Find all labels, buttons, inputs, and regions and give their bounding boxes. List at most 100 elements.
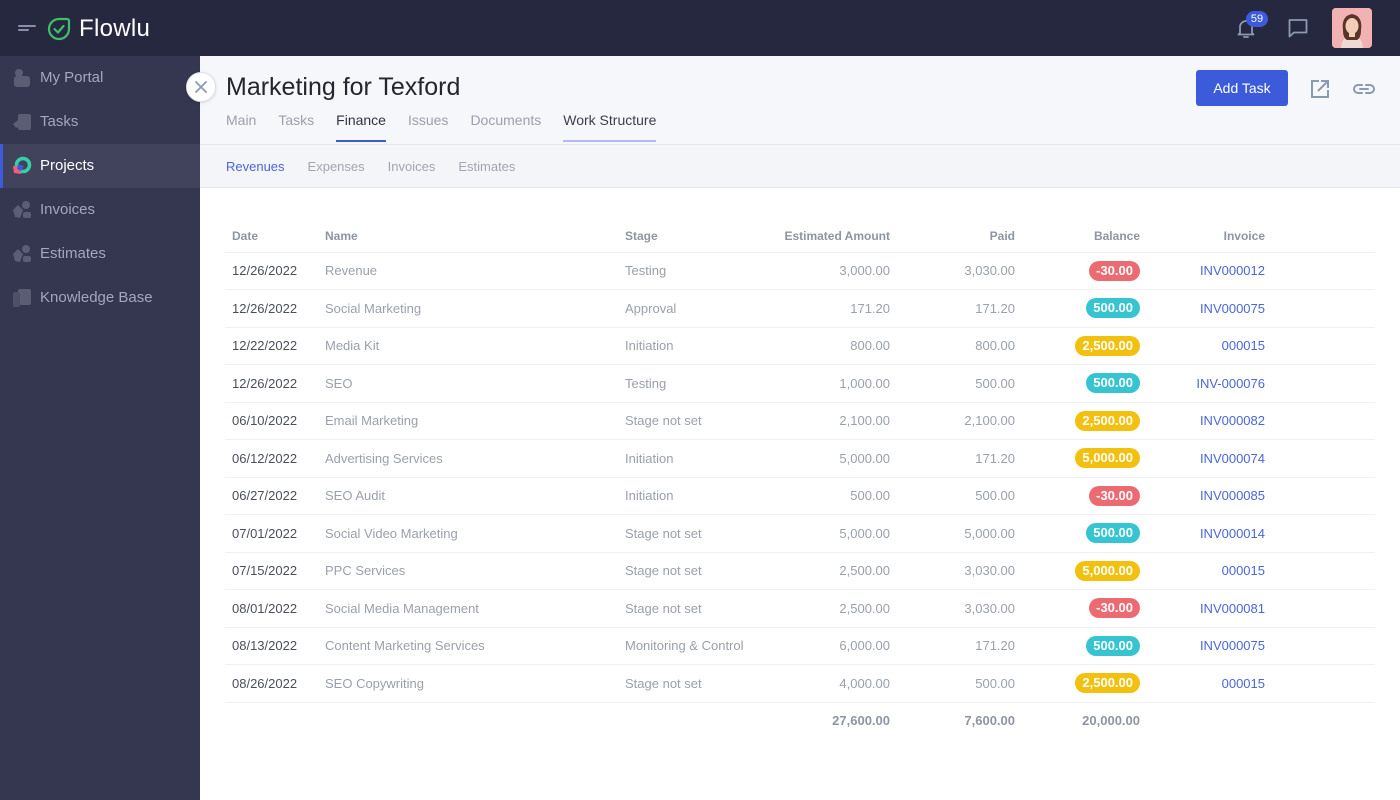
- row-estimated-amount: 5,000.00: [775, 439, 890, 478]
- sidebar-item-estimates[interactable]: Estimates: [0, 232, 200, 276]
- tab-documents[interactable]: Documents: [470, 112, 541, 142]
- invoices-icon: [13, 201, 31, 218]
- row-name[interactable]: Content Marketing Services: [325, 627, 625, 665]
- tab-work-structure[interactable]: Work Structure: [563, 112, 657, 142]
- table-row[interactable]: 08/13/2022 Content Marketing Services Moni…: [225, 627, 1375, 665]
- add-task-button[interactable]: Add Task: [1196, 70, 1288, 106]
- table-row[interactable]: 12/22/2022 Media Kit Initiation 800.00 800.0…: [225, 327, 1375, 365]
- sidebar-item-my-portal[interactable]: My Portal: [0, 56, 200, 100]
- sidebar-item-label: Projects: [40, 157, 95, 174]
- balance-badge: 500.00: [1086, 523, 1140, 544]
- invoice-link[interactable]: 000015: [1222, 338, 1265, 353]
- row-date: 12/26/2022: [225, 252, 325, 290]
- column-header-stage[interactable]: Stage: [625, 220, 775, 253]
- row-stage: Stage not set: [625, 664, 775, 703]
- invoice-link[interactable]: INV000075: [1200, 301, 1265, 316]
- invoice-link[interactable]: 000015: [1222, 563, 1265, 578]
- total-estimated: 27,600.00: [832, 712, 890, 728]
- balance-badge: -30.00: [1089, 485, 1140, 506]
- row-name[interactable]: Revenue: [325, 252, 625, 290]
- invoice-link[interactable]: INV000012: [1200, 263, 1265, 278]
- total-balance: 20,000.00: [1082, 712, 1140, 728]
- estimates-icon: [13, 245, 31, 262]
- invoice-link[interactable]: INV-000076: [1196, 376, 1265, 391]
- close-panel-button[interactable]: [186, 72, 216, 102]
- sidebar-item-knowledge-base[interactable]: Knowledge Base: [0, 276, 200, 320]
- subtab-estimates[interactable]: Estimates: [458, 159, 515, 174]
- tab-main[interactable]: Main: [226, 112, 256, 142]
- table-row[interactable]: 12/26/2022 SEO Testing 1,000.00 500.00 500.00…: [225, 364, 1375, 403]
- column-header-estimated-amount[interactable]: Estimated Amount: [775, 220, 890, 253]
- tab-tasks[interactable]: Tasks: [278, 112, 314, 142]
- row-estimated-amount: 2,100.00: [775, 402, 890, 440]
- row-name[interactable]: PPC Services: [325, 552, 625, 590]
- sidebar-item-invoices[interactable]: Invoices: [0, 188, 200, 232]
- row-name[interactable]: Social Marketing: [325, 289, 625, 328]
- invoice-link[interactable]: INV000074: [1200, 451, 1265, 466]
- table-row[interactable]: 06/27/2022 SEO Audit Initiation 500.00 500.0…: [225, 477, 1375, 515]
- row-estimated-amount: 4,000.00: [775, 664, 890, 703]
- invoice-link[interactable]: INV000075: [1200, 638, 1265, 653]
- projects-icon: [13, 156, 32, 174]
- row-estimated-amount: 6,000.00: [775, 627, 890, 665]
- row-paid: 500.00: [890, 364, 1015, 403]
- invoice-link[interactable]: INV000014: [1200, 526, 1265, 541]
- sidebar: My Portal Tasks Projects Invoices Estima…: [0, 56, 200, 800]
- row-stage: Initiation: [625, 439, 775, 478]
- row-date: 08/26/2022: [225, 664, 325, 703]
- subtab-revenues[interactable]: Revenues: [226, 159, 285, 174]
- row-stage: Testing: [625, 252, 775, 290]
- sidebar-item-tasks[interactable]: Tasks: [0, 100, 200, 144]
- column-header-invoice[interactable]: Invoice: [1140, 220, 1265, 253]
- row-stage: Monitoring & Control: [625, 627, 775, 665]
- subtab-expenses[interactable]: Expenses: [308, 159, 365, 174]
- balance-badge: 2,500.00: [1075, 673, 1140, 694]
- row-name[interactable]: Email Marketing: [325, 402, 625, 440]
- chat-icon[interactable]: [1286, 16, 1310, 40]
- tab-finance[interactable]: Finance: [336, 112, 386, 142]
- menu-toggle-icon[interactable]: [18, 22, 38, 34]
- row-name[interactable]: Media Kit: [325, 327, 625, 365]
- project-header: Marketing for Texford Main Tasks Finance…: [200, 56, 1400, 145]
- invoice-link[interactable]: INV000081: [1200, 601, 1265, 616]
- invoice-link[interactable]: 000015: [1222, 676, 1265, 691]
- page-title: Marketing for Texford: [226, 73, 461, 101]
- column-header-balance[interactable]: Balance: [1015, 220, 1140, 253]
- top-bar: Flowlu 59: [0, 0, 1400, 56]
- subtab-invoices[interactable]: Invoices: [388, 159, 436, 174]
- row-date: 07/01/2022: [225, 514, 325, 553]
- balance-badge: 500.00: [1086, 635, 1140, 656]
- copy-link-icon[interactable]: [1352, 79, 1376, 99]
- project-tabs: Main Tasks Finance Issues Documents Work…: [226, 112, 678, 142]
- table-row[interactable]: 07/15/2022 PPC Services Stage not set 2,500…: [225, 552, 1375, 590]
- table-row[interactable]: 06/12/2022 Advertising Services Initiation…: [225, 439, 1375, 478]
- table-row[interactable]: 12/26/2022 Social Marketing Approval 171.20…: [225, 289, 1375, 328]
- logo[interactable]: Flowlu: [47, 15, 150, 43]
- user-avatar[interactable]: [1332, 8, 1372, 48]
- table-row[interactable]: 08/01/2022 Social Media Management Stage n…: [225, 589, 1375, 628]
- open-external-icon[interactable]: [1310, 79, 1330, 99]
- sidebar-item-projects[interactable]: Projects: [0, 144, 200, 188]
- row-estimated-amount: 500.00: [775, 477, 890, 515]
- balance-badge: 5,000.00: [1075, 448, 1140, 469]
- table-row[interactable]: 06/10/2022 Email Marketing Stage not set 2,…: [225, 402, 1375, 440]
- knowledge-base-icon: [13, 289, 31, 307]
- invoice-link[interactable]: INV000082: [1200, 413, 1265, 428]
- column-header-date[interactable]: Date: [225, 220, 325, 253]
- column-header-paid[interactable]: Paid: [890, 220, 1015, 253]
- table-row[interactable]: 08/26/2022 SEO Copywriting Stage not set 4,…: [225, 664, 1375, 703]
- row-name[interactable]: Advertising Services: [325, 439, 625, 478]
- tab-issues[interactable]: Issues: [408, 112, 448, 142]
- row-paid: 171.20: [890, 627, 1015, 665]
- row-paid: 800.00: [890, 327, 1015, 365]
- invoice-link[interactable]: INV000085: [1200, 488, 1265, 503]
- row-name[interactable]: SEO Audit: [325, 477, 625, 515]
- table-row[interactable]: 12/26/2022 Revenue Testing 3,000.00 3,030.00…: [225, 252, 1375, 290]
- sidebar-item-label: My Portal: [40, 69, 104, 86]
- table-row[interactable]: 07/01/2022 Social Video Marketing Stage no…: [225, 514, 1375, 553]
- column-header-name[interactable]: Name: [325, 220, 625, 253]
- row-name[interactable]: SEO Copywriting: [325, 664, 625, 703]
- row-name[interactable]: Social Video Marketing: [325, 514, 625, 553]
- row-name[interactable]: SEO: [325, 364, 625, 403]
- row-name[interactable]: Social Media Management: [325, 589, 625, 628]
